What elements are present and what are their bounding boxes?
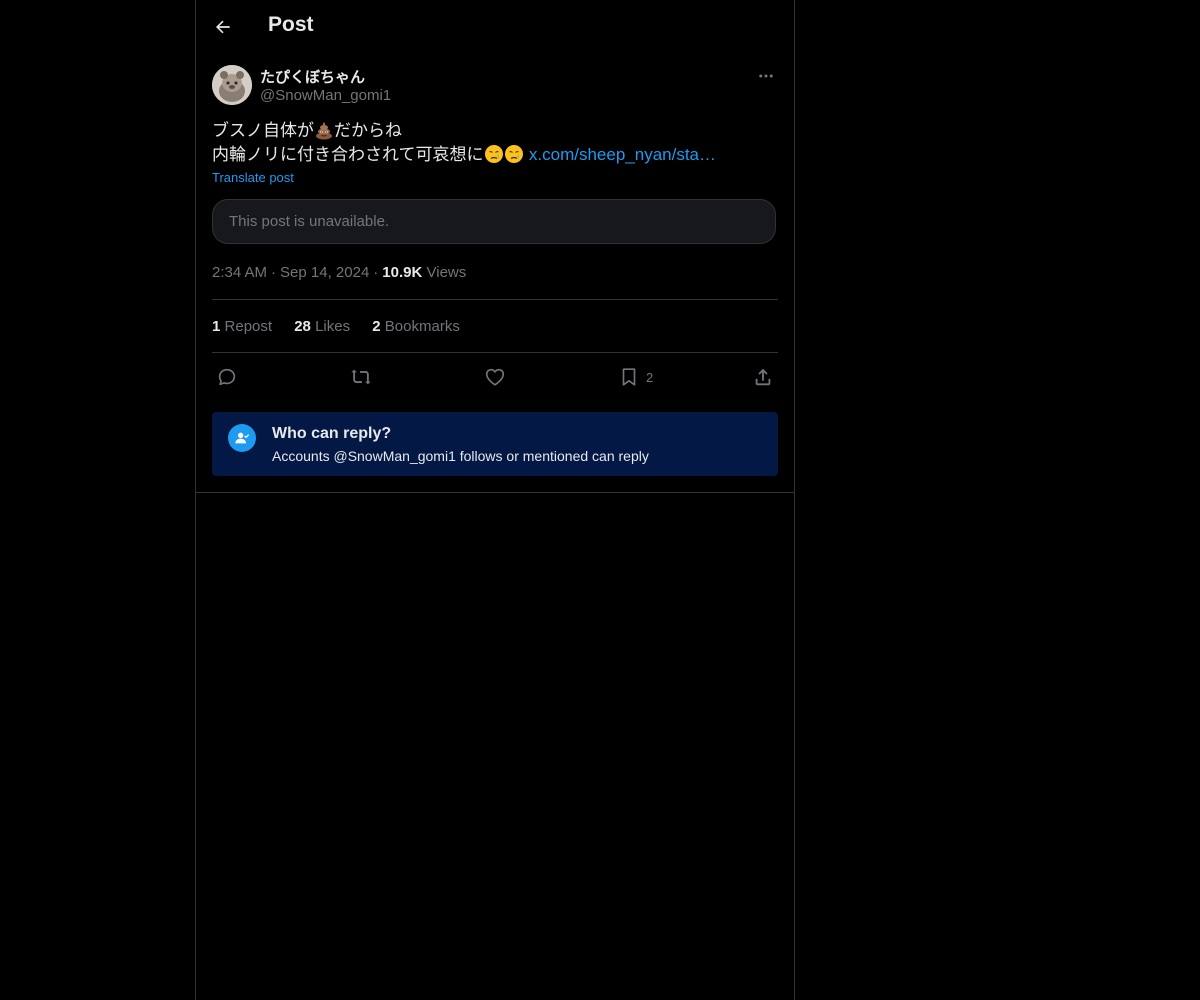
likes-label: Likes: [315, 318, 351, 335]
bookmarks-stat[interactable]: 2 Bookmarks: [372, 318, 460, 335]
post-stats: 1 Repost 28 Likes 2 Bookmarks: [212, 318, 478, 335]
crying-face-emoji-icon: [504, 145, 523, 163]
post-link[interactable]: x.com/sheep_nyan/sta…: [529, 145, 716, 164]
views-label: Views: [426, 264, 467, 281]
views-count: 10.9K: [382, 264, 423, 281]
more-icon: [759, 74, 773, 78]
like-button[interactable]: [484, 364, 506, 390]
person-check-icon: [228, 424, 256, 452]
poop-emoji-icon: [316, 122, 332, 140]
like-icon: [485, 368, 505, 386]
divider: [212, 352, 778, 353]
bookmarks-label: Bookmarks: [384, 318, 460, 335]
reply-restriction-title: Who can reply?: [272, 425, 392, 442]
reposts-label: Repost: [224, 318, 273, 335]
avatar[interactable]: [212, 65, 252, 105]
reply-restriction-banner: Who can reply? Accounts @SnowMan_gomi1 f…: [212, 412, 778, 476]
repost-button[interactable]: [350, 364, 372, 390]
top-bar: Post: [196, 0, 794, 53]
separator-dot: ·: [373, 264, 379, 281]
share-icon: [755, 368, 771, 386]
bookmark-button[interactable]: 2: [618, 364, 653, 390]
post-text: ブスノ自体が だからね 内輪ノリに付き合わされて可哀想に x.com/sheep…: [212, 119, 778, 167]
share-button[interactable]: [752, 364, 774, 390]
bookmarks-count: 2: [372, 318, 381, 335]
translate-post-link[interactable]: Translate post: [212, 170, 294, 185]
main-column: Post たぴくぼちゃん @SnowMan_gomi1 ブスノ自体が だからね …: [195, 0, 795, 1000]
quoted-post-unavailable: This post is unavailable.: [212, 199, 776, 244]
crying-face-emoji-icon: [484, 145, 503, 163]
reply-icon: [218, 368, 236, 386]
post-text-part: ブスノ自体が: [212, 121, 314, 141]
back-arrow-icon: [216, 20, 230, 34]
back-button[interactable]: [208, 12, 238, 42]
post-text-line-2: 内輪ノリに付き合わされて可哀想に x.com/sheep_nyan/sta…: [212, 143, 778, 167]
bookmark-count: 2: [646, 369, 654, 385]
post-text-line-1: ブスノ自体が だからね: [212, 119, 778, 143]
repost-icon: [351, 369, 371, 385]
reposts-stat[interactable]: 1 Repost: [212, 318, 272, 335]
more-options-button[interactable]: [754, 64, 778, 88]
page-title: Post: [268, 13, 314, 36]
action-bar: 2: [212, 364, 778, 390]
post-date[interactable]: Sep 14, 2024: [280, 264, 369, 281]
reply-button[interactable]: [216, 364, 238, 390]
likes-stat[interactable]: 28 Likes: [294, 318, 350, 335]
divider: [196, 492, 794, 493]
author-handle[interactable]: @SnowMan_gomi1: [260, 87, 391, 104]
reply-restriction-subtitle: Accounts @SnowMan_gomi1 follows or menti…: [272, 448, 649, 464]
divider: [212, 299, 778, 300]
post-meta: 2:34 AM · Sep 14, 2024 · 10.9K Views: [212, 264, 466, 281]
post-time[interactable]: 2:34 AM: [212, 264, 267, 281]
post-text-part: 内輪ノリに付き合わされて可哀想に: [212, 145, 484, 165]
author-display-name[interactable]: たぴくぼちゃん: [260, 66, 365, 87]
post-text-part: だからね: [334, 121, 402, 141]
bookmark-icon: [622, 368, 636, 386]
reposts-count: 1: [212, 318, 221, 335]
unavailable-text: This post is unavailable.: [229, 213, 390, 230]
likes-count: 28: [294, 318, 311, 335]
separator-dot: ·: [271, 264, 277, 281]
